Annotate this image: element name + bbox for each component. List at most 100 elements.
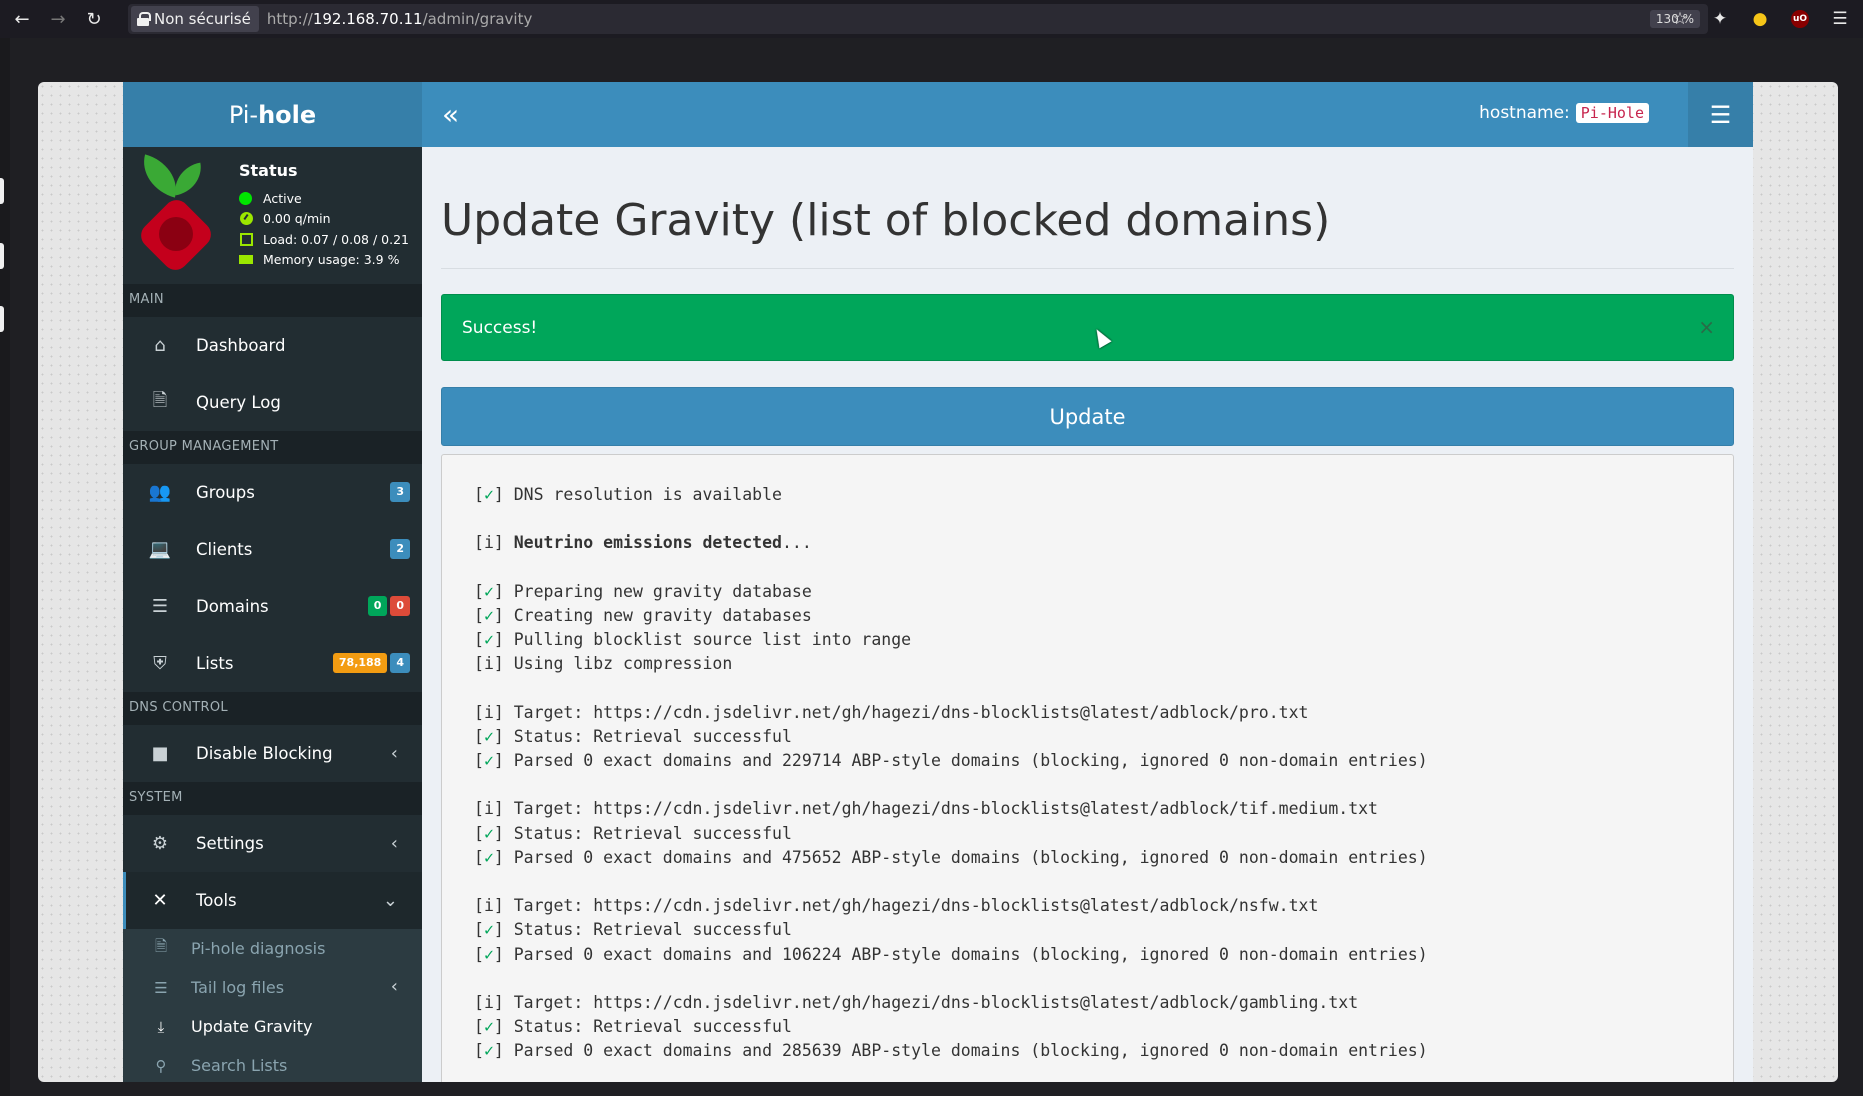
output-line: [✓] Creating new gravity databases: [474, 605, 812, 625]
info-icon: i: [483, 992, 494, 1012]
bell-icon[interactable]: ●: [1749, 8, 1771, 30]
check-icon: ✓: [483, 726, 494, 746]
sidebar-item-disable-blocking[interactable]: ■ Disable Blocking ‹: [123, 725, 422, 782]
extension-icon[interactable]: ✦: [1709, 8, 1731, 30]
cpu-icon: [239, 232, 253, 246]
check-icon: ✓: [483, 823, 494, 843]
section-group-management: GROUP MANAGEMENT: [123, 431, 422, 464]
output-text: Status: Retrieval successful: [513, 823, 792, 843]
submenu-item-label: Update Gravity: [191, 1017, 313, 1036]
gears-icon: ⚙: [151, 833, 169, 854]
check-icon: ✓: [483, 920, 494, 940]
output-line: [i] Target: https://cdn.jsdelivr.net/gh/…: [474, 702, 1309, 722]
output-text: Status: Retrieval successful: [513, 920, 792, 940]
sidebar-item-label: Settings: [196, 834, 264, 853]
hamburger-icon[interactable]: ☰: [1829, 8, 1851, 30]
submenu-item-label: Tail log files: [191, 978, 285, 997]
menu-toggle-icon[interactable]: ☰: [1688, 82, 1753, 147]
output-text: Creating new gravity databases: [513, 605, 812, 625]
sidebar-item-label: Tools: [196, 891, 237, 910]
sidebar-item-groups[interactable]: 👥 Groups 3: [123, 464, 422, 521]
pihole-logo-icon: [135, 154, 223, 277]
chevron-left-icon: ‹: [390, 833, 398, 854]
output-text: Status: Retrieval successful: [513, 1017, 792, 1037]
submenu-item-tail-log[interactable]: ☰ Tail log files ‹: [123, 968, 422, 1007]
dock-indicator: [0, 243, 4, 269]
output-gap: [474, 969, 1701, 993]
domains-allow-badge: 0: [367, 596, 388, 616]
sidebar-item-query-log[interactable]: 🗎 Query Log: [123, 374, 422, 431]
info-icon: i: [483, 654, 494, 674]
dock-indicator: [0, 306, 4, 332]
brand-logo-text[interactable]: Pi-hole: [123, 82, 422, 147]
sidebar-collapse-icon[interactable]: «: [442, 98, 472, 131]
check-icon: ✓: [483, 1017, 494, 1037]
info-icon: i: [483, 702, 494, 722]
output-line: [✓] Parsed 0 exact domains and 229714 AB…: [474, 751, 1428, 771]
hostname-label: hostname:: [1479, 103, 1570, 123]
output-text: Target: https://cdn.jsdelivr.net/gh/hage…: [513, 896, 1319, 916]
close-icon[interactable]: ×: [1698, 315, 1715, 339]
clients-count-badge: 2: [390, 539, 410, 559]
output-line: [✓] Status: Retrieval successful: [474, 1017, 792, 1037]
insecure-label: Non sécurisé: [154, 10, 251, 28]
success-alert: Success! ×: [441, 294, 1734, 361]
submenu-item-label: Search Lists: [191, 1056, 288, 1075]
url-bar[interactable]: Non sécurisé http://192.168.70.11/admin/…: [128, 4, 1708, 34]
submenu-item-search-lists[interactable]: ⚲ Search Lists: [123, 1046, 422, 1082]
status-panel: Status Active 0.00 q/min Load: 0.07 / 0.…: [123, 147, 422, 284]
info-icon: i: [483, 896, 494, 916]
sidebar-item-dashboard[interactable]: ⌂ Dashboard: [123, 317, 422, 374]
url-path: /admin/gravity: [422, 10, 533, 28]
groups-count-badge: 3: [390, 482, 410, 502]
check-icon: ✓: [483, 944, 494, 964]
status-memory: Memory usage: 3.9 %: [239, 250, 409, 271]
info-icon: i: [483, 533, 494, 553]
star-icon[interactable]: ☆: [1669, 8, 1691, 30]
lists-domains-badge: 78,188: [332, 653, 388, 673]
submenu-item-update-gravity[interactable]: ⤓ Update Gravity: [123, 1007, 422, 1046]
status-title: Status: [239, 161, 298, 180]
chevron-left-icon: ‹: [390, 976, 398, 997]
output-text: DNS resolution is available: [513, 485, 782, 504]
chevron-down-icon: ⌄: [382, 890, 398, 911]
update-button[interactable]: Update: [441, 387, 1734, 446]
submenu-item-label: Pi-hole diagnosis: [191, 939, 326, 958]
output-gap: [474, 509, 1701, 533]
search-icon: ⚲: [155, 1056, 167, 1075]
output-line: [i] Target: https://cdn.jsdelivr.net/gh/…: [474, 799, 1378, 819]
url-text[interactable]: http://192.168.70.11/admin/gravity: [267, 10, 533, 28]
output-gap: [474, 775, 1701, 799]
tools-submenu: 🗎 Pi-hole diagnosis ☰ Tail log files ‹ ⤓…: [123, 929, 422, 1082]
check-icon: ✓: [483, 581, 494, 601]
status-dot-icon: [239, 191, 252, 205]
output-text: Parsed 0 exact domains and 475652 ABP-st…: [513, 847, 1428, 867]
list-icon: ☰: [151, 596, 169, 617]
output-gap: [474, 872, 1701, 896]
sidebar: Pi-hole Status Active 0.00 q/min Load: 0…: [123, 82, 422, 1082]
home-icon: ⌂: [154, 335, 166, 356]
output-line: [✓] Status: Retrieval successful: [474, 920, 792, 940]
reload-icon[interactable]: ↻: [80, 5, 108, 33]
forward-icon[interactable]: →: [44, 5, 72, 33]
sidebar-item-lists[interactable]: ⛨ Lists 78,188 4: [123, 635, 422, 692]
output-line: [✓] Pulling blocklist source list into r…: [474, 630, 912, 650]
submenu-item-diagnosis[interactable]: 🗎 Pi-hole diagnosis: [123, 929, 422, 968]
browser-toolbar: ← → ↻ Non sécurisé http://192.168.70.11/…: [0, 0, 1863, 38]
gauge-icon: [239, 212, 253, 226]
sidebar-item-settings[interactable]: ⚙ Settings ‹: [123, 815, 422, 872]
output-text: Target: https://cdn.jsdelivr.net/gh/hage…: [513, 799, 1378, 819]
back-icon[interactable]: ←: [8, 5, 36, 33]
sidebar-item-clients[interactable]: 💻 Clients 2: [123, 521, 422, 578]
alert-text: Success!: [462, 317, 538, 338]
ublock-icon[interactable]: uO: [1789, 8, 1811, 30]
site-info-button[interactable]: Non sécurisé: [131, 6, 259, 32]
sidebar-item-tools[interactable]: ✕ Tools ⌄: [123, 872, 422, 929]
page-title: Update Gravity (list of blocked domains): [441, 195, 1734, 269]
sidebar-item-domains[interactable]: ☰ Domains 0 0: [123, 578, 422, 635]
sidebar-item-label: Dashboard: [196, 336, 286, 355]
output-text: Target: https://cdn.jsdelivr.net/gh/hage…: [513, 992, 1359, 1012]
output-text: Status: Retrieval successful: [513, 726, 792, 746]
output-text: Using libz compression: [513, 654, 733, 674]
file-icon: 🗎: [152, 389, 168, 411]
